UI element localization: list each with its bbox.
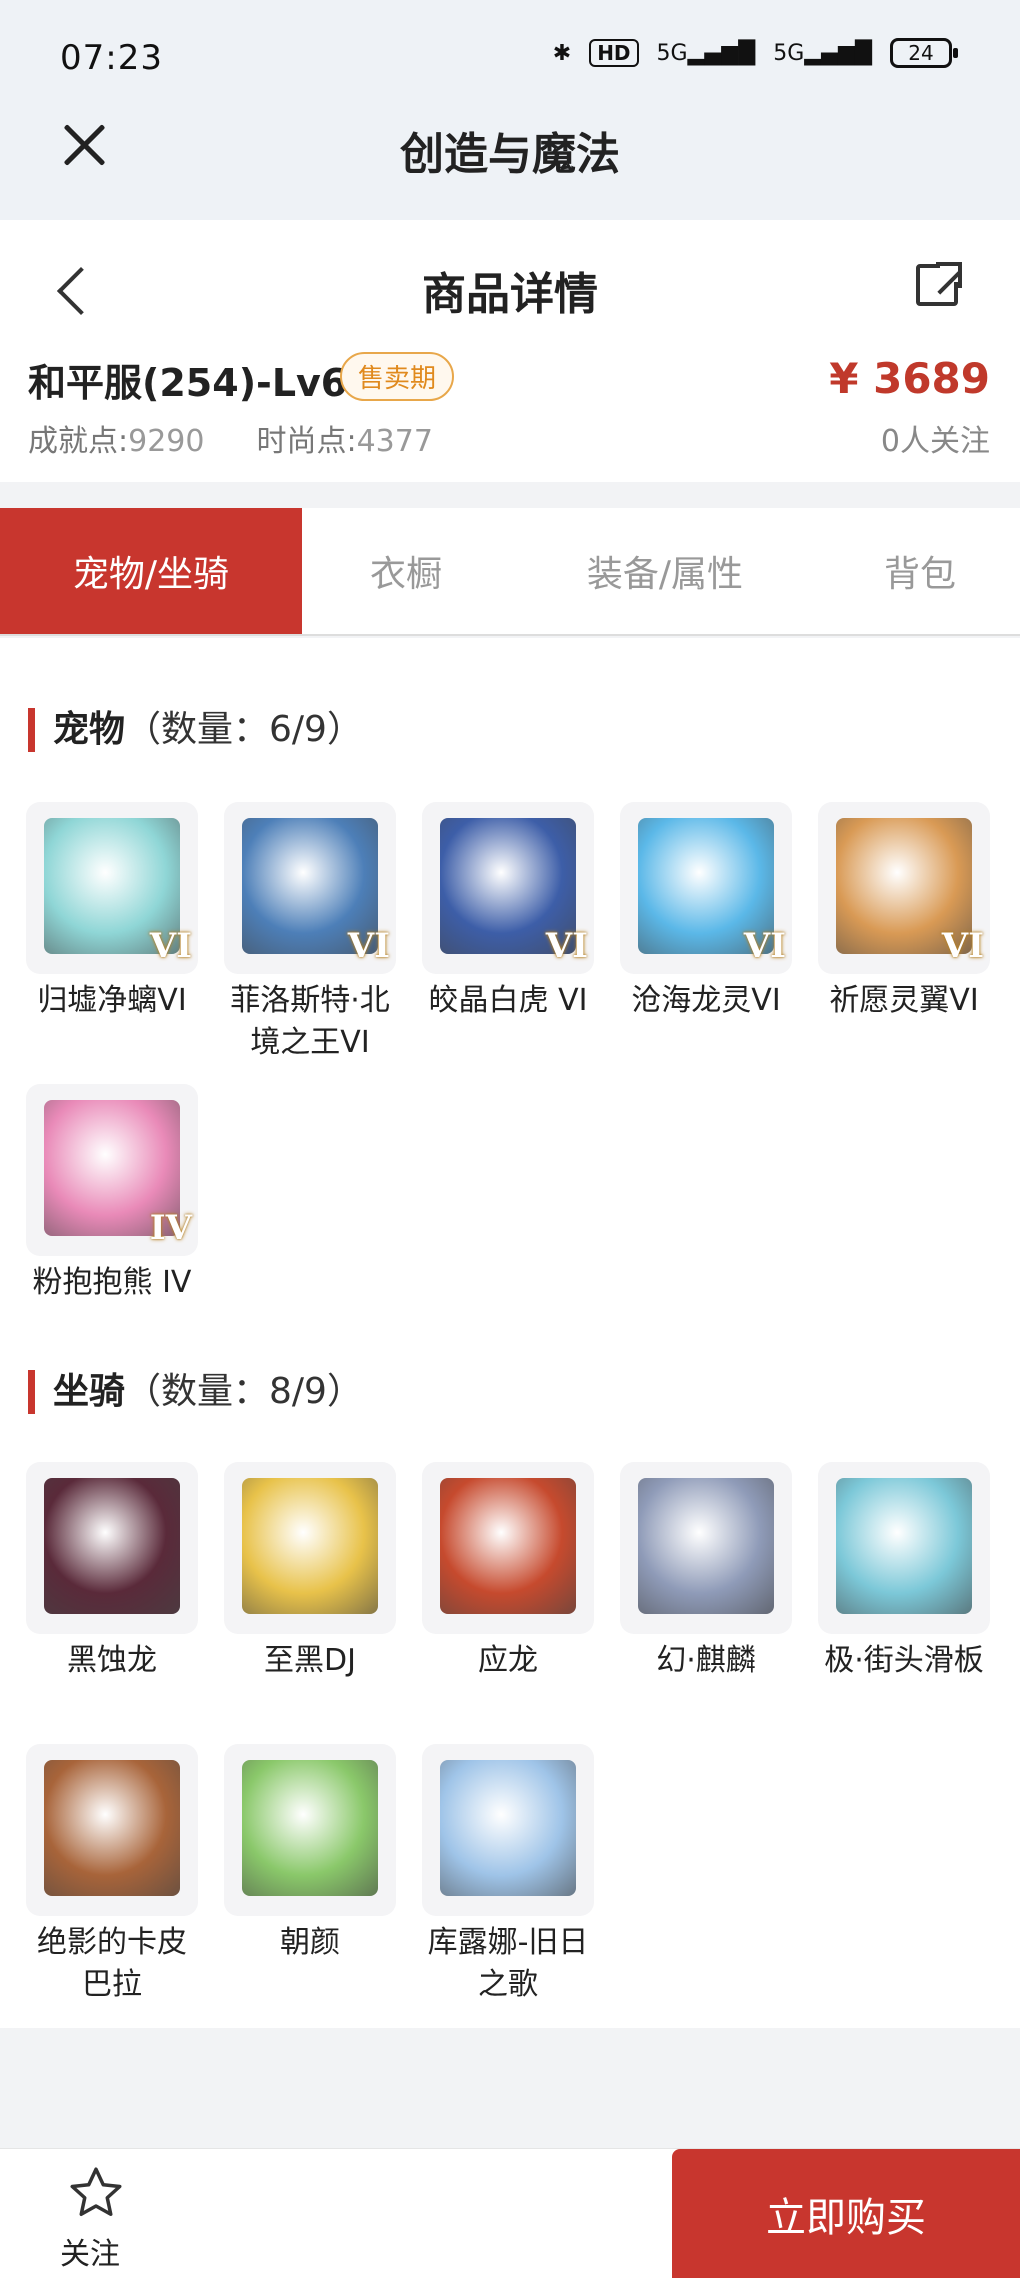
mount-card[interactable]: 朝颜 [224,1744,396,1964]
pet-image: VI [26,802,198,974]
level-badge: VI [941,926,984,966]
page-title: 商品详情 [422,269,598,320]
mount-image [818,1462,990,1634]
followers-count: 0人关注 [880,424,990,459]
bluetooth-icon: ✱ [552,40,572,66]
pet-card[interactable]: VI 菲洛斯特·北境之王VI [224,802,396,1064]
fashion-label: 时尚点: [256,424,357,459]
app-title: 创造与魔法 [400,129,620,180]
mount-name: 黑蚀龙 [67,1643,157,1678]
achievement-label: 成就点: [28,424,129,459]
star-icon[interactable] [66,2163,126,2223]
mount-image [26,1462,198,1634]
hd-icon: HD [589,39,639,67]
mount-image [422,1744,594,1916]
pet-name: 皎晶白虎 VI [428,983,588,1018]
mount-card[interactable]: 幻·麒麟 [620,1462,792,1682]
app-header-bar: 07:23 ✱ HD 5G▂▄▆█ 5G▂▄▆█ 24 创造与魔法 [0,0,1020,220]
mount-card[interactable]: 绝影的卡皮巴拉 [26,1744,198,2006]
level-badge: IV [149,1208,192,1248]
mount-image [422,1462,594,1634]
level-badge: VI [743,926,786,966]
mount-name: 应龙 [478,1643,538,1678]
pet-image: VI [818,802,990,974]
item-stats: 成就点:9290 时尚点:4377 [28,416,433,460]
mount-name: 至黑DJ [264,1643,356,1678]
status-icons: ✱ HD 5G▂▄▆█ 5G▂▄▆█ 24 [552,38,958,68]
signal-5g-icon-2: 5G▂▄▆█ [773,40,872,66]
level-badge: VI [149,926,192,966]
signal-5g-icon: 5G▂▄▆█ [656,40,756,66]
footer-bar: 关注 立即购买 [0,2148,1020,2278]
pet-name: 祈愿灵翼VI [829,983,979,1018]
pet-name: 菲洛斯特·北境之王VI [230,983,390,1060]
battery-icon: 24 [890,38,958,68]
content-panel: 宠物（数量：6/9） VI 归墟净螭VI VI 菲洛斯特·北境之王VI VI 皎晶白虎 V… [0,638,1020,2028]
pet-name: 归墟净螭VI [37,983,187,1018]
mount-name: 库露娜-旧日之歌 [427,1925,589,2002]
pet-card[interactable]: VI 祈愿灵翼VI [818,802,990,1022]
level-badge: VI [545,926,588,966]
mount-name: 极·街头滑板 [824,1643,984,1678]
mount-card[interactable]: 应龙 [422,1462,594,1682]
tab-bar: 宠物/坐骑 衣橱 装备/属性 背包 [0,508,1020,636]
section-title-mounts: 坐骑（数量：8/9） [28,1370,363,1414]
achievement-value: 9290 [128,424,205,459]
follow-button[interactable]: 关注 [60,2229,120,2273]
mount-name: 朝颜 [280,1925,340,1960]
item-price: ¥ 3689 [829,354,990,403]
status-badge: 售卖期 [340,352,455,401]
fashion-value: 4377 [356,424,433,459]
pet-image: VI [224,802,396,974]
status-time: 07:23 [60,38,163,78]
mount-card[interactable]: 库露娜-旧日之歌 [422,1744,594,2006]
mount-image [26,1744,198,1916]
mount-name: 绝影的卡皮巴拉 [37,1925,187,2002]
share-arrow-icon [936,262,962,288]
mount-image [224,1744,396,1916]
pet-image: IV [26,1084,198,1256]
tab-pets-mounts[interactable]: 宠物/坐骑 [0,508,302,634]
section-title-pets: 宠物（数量：6/9） [28,708,363,752]
pet-image: VI [422,802,594,974]
pet-name: 粉抱抱熊 IV [32,1265,192,1300]
tab-backpack[interactable]: 背包 [820,508,1020,634]
mount-image [224,1462,396,1634]
mount-image [620,1462,792,1634]
mount-card[interactable]: 极·街头滑板 [818,1462,990,1682]
pet-card[interactable]: VI 归墟净螭VI [26,802,198,1022]
tab-wardrobe[interactable]: 衣橱 [302,508,510,634]
pet-card[interactable]: IV 粉抱抱熊 IV [26,1084,198,1304]
buy-now-button[interactable]: 立即购买 [672,2149,1020,2278]
pet-card[interactable]: VI 皎晶白虎 VI [422,802,594,1022]
mount-card[interactable]: 黑蚀龙 [26,1462,198,1682]
pet-card[interactable]: VI 沧海龙灵VI [620,802,792,1022]
item-name: 和平服(254)-Lv69 [28,361,374,405]
mount-card[interactable]: 至黑DJ [224,1462,396,1682]
pet-image: VI [620,802,792,974]
level-badge: VI [347,926,390,966]
pet-name: 沧海龙灵VI [631,983,781,1018]
tab-equipment[interactable]: 装备/属性 [510,508,820,634]
mount-name: 幻·麒麟 [656,1643,756,1678]
